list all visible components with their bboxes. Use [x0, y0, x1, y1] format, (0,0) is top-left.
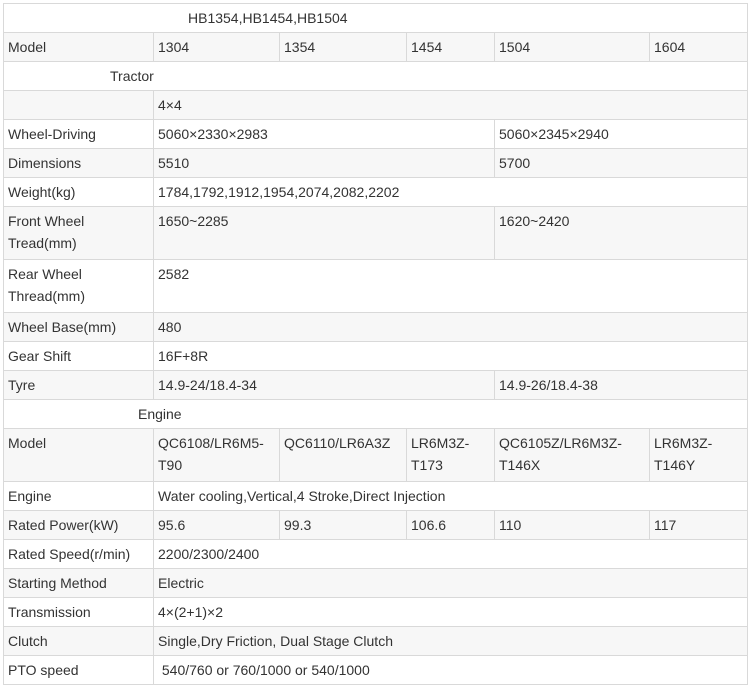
cell-value: 5060×2345×2940 [494, 119, 748, 149]
table-title: HB1354,HB1454,HB1504 [3, 3, 748, 33]
section-heading: Engine [3, 399, 748, 429]
table-row: PTO speed 540/760 or 760/1000 or 540/100… [3, 655, 748, 685]
cell-value: LR6M3Z-T173 [406, 428, 495, 482]
table-row: Dimensions 5510 5700 [3, 148, 748, 178]
row-label: Transmission [3, 597, 154, 627]
cell-value: 110 [494, 510, 650, 540]
cell-value: 540/760 or 760/1000 or 540/1000 [153, 655, 748, 685]
table-row: Rated Power(kW) 95.6 99.3 106.6 110 117 [3, 510, 748, 540]
row-label: Front Wheel Tread(mm) [3, 206, 154, 260]
cell-value: Single,Dry Friction, Dual Stage Clutch [153, 626, 748, 656]
cell-value: 1620~2420 [494, 206, 748, 260]
cell-value: Electric [153, 568, 748, 598]
row-label: Model [3, 428, 154, 482]
row-label: Wheel-Driving [3, 119, 154, 149]
row-label: Rear Wheel Thread(mm) [3, 259, 154, 313]
table-row: Engine Water cooling,Vertical,4 Stroke,D… [3, 481, 748, 511]
row-label: Dimensions [3, 148, 154, 178]
table-row: Rated Speed(r/min) 2200/2300/2400 [3, 539, 748, 569]
cell-value: 1650~2285 [153, 206, 495, 260]
cell-value: Water cooling,Vertical,4 Stroke,Direct I… [153, 481, 748, 511]
cell-value: QC6110/LR6A3Z [279, 428, 407, 482]
row-label: Rated Power(kW) [3, 510, 154, 540]
cell-value: 14.9-26/18.4-38 [494, 370, 748, 400]
model-cell: 1454 [406, 32, 495, 62]
row-label: Clutch [3, 626, 154, 656]
cell-value: QC6105Z/LR6M3Z-T146X [494, 428, 650, 482]
model-cell: 1354 [279, 32, 407, 62]
cell-value: 16F+8R [153, 341, 748, 371]
table-row: Gear Shift 16F+8R [3, 341, 748, 371]
table-row: Starting Method Electric [3, 568, 748, 598]
title-row: HB1354,HB1454,HB1504 [3, 3, 748, 33]
cell-value: 14.9-24/18.4-34 [153, 370, 495, 400]
cell-value: 95.6 [153, 510, 280, 540]
cell-value: LR6M3Z-T146Y [649, 428, 748, 482]
row-label: Model [3, 32, 154, 62]
row-label: Weight(kg) [3, 177, 154, 207]
model-cell: 1604 [649, 32, 748, 62]
row-label: Starting Method [3, 568, 154, 598]
model-header-row: Model 1304 1354 1454 1504 1604 [3, 32, 748, 62]
table-row: Transmission 4×(2+1)×2 [3, 597, 748, 627]
spec-table: HB1354,HB1454,HB1504 Model 1304 1354 145… [3, 3, 748, 685]
cell-value: QC6108/LR6M5-T90 [153, 428, 280, 482]
table-row: Wheel-Driving 5060×2330×2983 5060×2345×2… [3, 119, 748, 149]
table-row: Weight(kg) 1784,1792,1912,1954,2074,2082… [3, 177, 748, 207]
cell-value: 117 [649, 510, 748, 540]
model-cell: 1304 [153, 32, 280, 62]
table-row: Model QC6108/LR6M5-T90 QC6110/LR6A3Z LR6… [3, 428, 748, 482]
row-label: Rated Speed(r/min) [3, 539, 154, 569]
cell-value: 4×(2+1)×2 [153, 597, 748, 627]
cell-value: 5060×2330×2983 [153, 119, 495, 149]
cell-value: 480 [153, 312, 748, 342]
row-label: Engine [3, 481, 154, 511]
row-label: Tyre [3, 370, 154, 400]
model-cell: 1504 [494, 32, 650, 62]
table-row: Wheel Base(mm) 480 [3, 312, 748, 342]
table-row: Front Wheel Tread(mm) 1650~2285 1620~242… [3, 206, 748, 260]
cell-value: 2582 [153, 259, 748, 313]
row-label [3, 90, 154, 120]
cell-value: 106.6 [406, 510, 495, 540]
row-label: Wheel Base(mm) [3, 312, 154, 342]
section-heading: Tractor [3, 61, 748, 91]
table-row: 4×4 [3, 90, 748, 120]
cell-value: 5510 [153, 148, 495, 178]
table-row: Rear Wheel Thread(mm) 2582 [3, 259, 748, 313]
table-row: Tyre 14.9-24/18.4-34 14.9-26/18.4-38 [3, 370, 748, 400]
cell-value: 4×4 [153, 90, 748, 120]
cell-value: 1784,1792,1912,1954,2074,2082,2202 [153, 177, 748, 207]
cell-value: 2200/2300/2400 [153, 539, 748, 569]
table-row: Clutch Single,Dry Friction, Dual Stage C… [3, 626, 748, 656]
row-label: Gear Shift [3, 341, 154, 371]
row-label: PTO speed [3, 655, 154, 685]
section-row-engine: Engine [3, 399, 748, 429]
cell-value: 99.3 [279, 510, 407, 540]
cell-value: 5700 [494, 148, 748, 178]
section-row-tractor: Tractor [3, 61, 748, 91]
